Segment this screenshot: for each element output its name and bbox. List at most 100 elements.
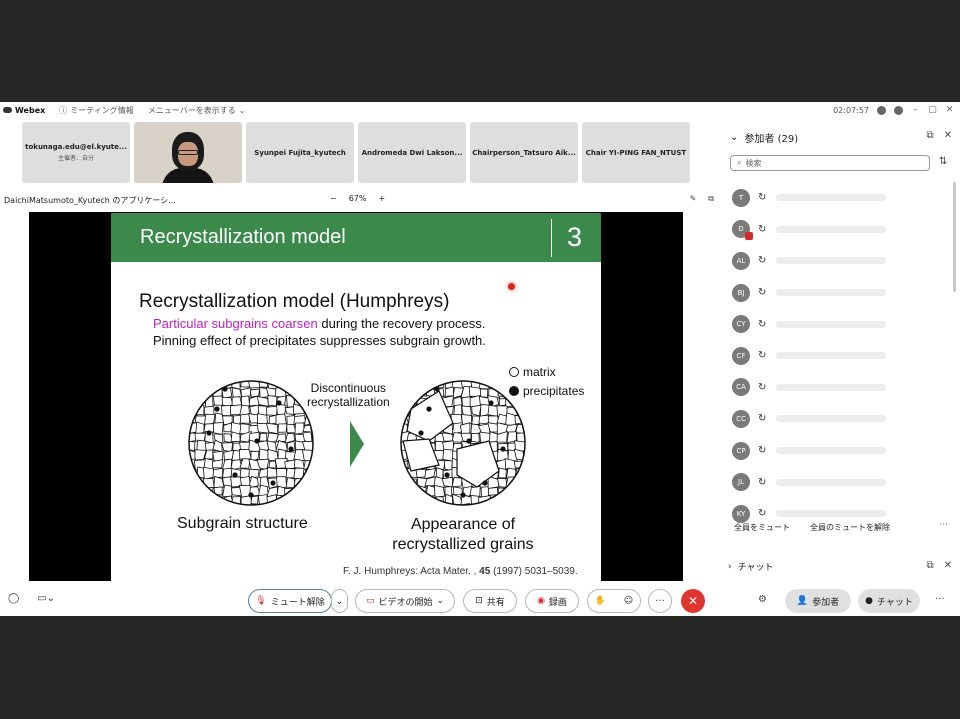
close-icon[interactable]: ✕ — [944, 560, 952, 571]
participant-name-blurred — [776, 225, 886, 233]
info-icon: ⓘ — [59, 105, 68, 115]
muted-mic-icon: 🎙 — [255, 596, 267, 606]
status-icon — [877, 105, 886, 115]
share-toolbar: DaichiMatsumoto_Kyutech のアプリケーシ... − 67%… — [0, 192, 720, 210]
video-tile[interactable]: Chair YI-PING FAN_NTUST — [582, 122, 690, 183]
legend-precipitates-label: precipitates — [523, 384, 585, 398]
chevron-down-icon: ⌄ — [436, 596, 445, 606]
participant-list-scrollbar[interactable] — [953, 182, 956, 292]
avatar: CP — [732, 441, 750, 460]
raise-hand-icon[interactable]: ✋ — [595, 596, 606, 606]
open-circle-icon — [509, 367, 519, 377]
meeting-controls: ◯ ▭⌄ 🎙 ミュート解除 ⌄ ▭ ビデオの開始 ⌄ ⊡ 共有 ◉ 録画 ✋ ☺… — [0, 584, 960, 616]
mic-status-icon: ↻ — [758, 223, 767, 235]
zoom-out-button[interactable]: − — [330, 194, 337, 203]
video-tile[interactable]: Syunpei Fujita_kyutech — [246, 122, 354, 183]
popout-icon[interactable]: ⧉ — [926, 560, 933, 571]
close-window-button[interactable]: ✕ — [945, 105, 954, 115]
video-tile[interactable]: Chairperson_Tatsuro Aik... — [470, 122, 578, 183]
participant-row[interactable]: JL ↻ — [732, 466, 942, 498]
tile-name: Syunpei Fujita_kyutech — [254, 148, 346, 157]
presentation-slide: Recrystallization model 3 Recrystallizat… — [111, 213, 601, 581]
subgrain-structure-diagram — [188, 380, 314, 506]
more-icon[interactable]: ··· — [935, 594, 945, 605]
video-tile[interactable]: Andromeda Dwi Lakson... — [358, 122, 466, 183]
recrystallized-grains-label: Appearance of recrystallized grains — [373, 515, 553, 555]
unmute-all-button[interactable]: 全員のミュートを解除 — [810, 522, 890, 533]
start-video-button[interactable]: ▭ ビデオの開始 ⌄ — [355, 589, 455, 613]
more-label: ··· — [655, 595, 665, 607]
avatar: CA — [732, 378, 750, 397]
mic-status-icon: ↻ — [758, 192, 767, 204]
record-button[interactable]: ◉ 録画 — [525, 589, 579, 613]
chevron-right-icon: › — [728, 561, 732, 572]
avatar: BJ — [732, 283, 750, 302]
mic-status-icon: ↻ — [758, 287, 767, 299]
participants-title: 参加者 (29) — [744, 134, 799, 145]
close-icon[interactable]: ✕ — [944, 130, 952, 141]
slide-number: 3 — [567, 222, 583, 252]
participant-row[interactable]: CY ↻ — [732, 308, 942, 340]
meeting-info-button[interactable]: ⓘ ミーティング情報 — [59, 105, 134, 116]
captions-icon[interactable]: ▭⌄ — [37, 593, 55, 604]
chevron-down-icon: ⌄ — [730, 132, 739, 143]
participants-header[interactable]: ⌄ 参加者 (29) — [730, 130, 798, 145]
chat-button[interactable]: ● チャット — [858, 589, 920, 613]
process-arrow — [350, 421, 364, 467]
participants-button[interactable]: 👤 参加者 — [785, 589, 851, 613]
zoom-in-button[interactable]: + — [378, 194, 385, 203]
reference-volume: 45 — [479, 566, 491, 577]
tile-name: Andromeda Dwi Lakson... — [361, 148, 463, 157]
slide-title: Recrystallization model — [140, 226, 346, 248]
meeting-info-label: ミーティング情報 — [70, 105, 134, 115]
participant-search-input[interactable]: ⌕ 検索 — [730, 155, 930, 171]
recrystallized-label-line-2: recrystallized grains — [392, 536, 534, 553]
host-badge-icon — [745, 232, 753, 241]
participant-row[interactable]: T ↻ — [732, 182, 942, 214]
participant-row[interactable]: CA ↻ — [732, 372, 942, 404]
participant-row[interactable]: AL ↻ — [732, 245, 942, 277]
health-icon[interactable] — [894, 105, 903, 115]
slide-heading: Recrystallization model (Humphreys) — [139, 291, 450, 312]
meeting-timer: 02:07:57 — [833, 105, 869, 115]
unmute-button[interactable]: 🎙 ミュート解除 — [248, 589, 332, 613]
avatar: CC — [732, 409, 750, 428]
participants-label: 参加者 — [812, 597, 840, 608]
participant-row[interactable]: D ↻ — [732, 214, 942, 246]
mute-all-button[interactable]: 全員をミュート — [734, 522, 790, 533]
minimize-button[interactable]: – — [911, 105, 920, 115]
avatar: AL — [732, 251, 750, 270]
chat-icon: ● — [865, 596, 873, 606]
participant-row[interactable]: CP ↻ — [732, 435, 942, 467]
participant-row[interactable]: CC ↻ — [732, 403, 942, 435]
show-menu-bar-label: メニューバーを表示する — [147, 105, 236, 115]
video-tile[interactable]: tokunaga.edu@el.kyute... 主催者、自分 — [22, 122, 130, 183]
apps-icon[interactable]: ⚙ — [758, 594, 767, 605]
share-button[interactable]: ⊡ 共有 — [463, 589, 517, 613]
more-options-icon[interactable]: ··· — [939, 520, 948, 530]
annotate-icon[interactable]: ✎ — [690, 194, 697, 204]
webex-window: Webex ⓘ ミーティング情報 メニューバーを表示する ⌄ 02:07:57 … — [0, 102, 960, 616]
audio-options-button[interactable]: ⌄ — [331, 589, 348, 613]
popout-icon[interactable]: ⧉ — [926, 130, 933, 141]
participant-row[interactable]: CF ↻ — [732, 340, 942, 372]
connection-icon[interactable]: ◯ — [8, 593, 19, 604]
chat-section-label: チャット — [737, 563, 774, 573]
chat-section-toggle[interactable]: › チャット — [728, 560, 774, 574]
zoom-controls: − 67% + — [330, 194, 385, 203]
more-options-button[interactable]: ··· — [648, 589, 672, 613]
leave-meeting-button[interactable]: ✕ — [681, 589, 705, 613]
arrow-label: Discontinuous recrystallization — [307, 381, 390, 409]
participant-name-blurred — [776, 510, 886, 518]
unmute-label: ミュート解除 — [270, 597, 325, 608]
participant-row[interactable]: BJ ↻ — [732, 277, 942, 309]
maximize-button[interactable]: ▢ — [928, 105, 937, 115]
reference-suffix: (1997) 5031–5039. — [490, 566, 578, 577]
show-menu-bar-button[interactable]: メニューバーを表示する ⌄ — [148, 105, 246, 116]
video-tile-speaker[interactable] — [134, 122, 242, 183]
popout-icon[interactable]: ⧉ — [708, 194, 714, 204]
participant-name-blurred — [776, 352, 886, 360]
sort-icon[interactable]: ⇅ — [939, 156, 947, 167]
slide-banner: Recrystallization model 3 — [111, 213, 601, 262]
reactions-icon[interactable]: ☺ — [624, 596, 633, 606]
